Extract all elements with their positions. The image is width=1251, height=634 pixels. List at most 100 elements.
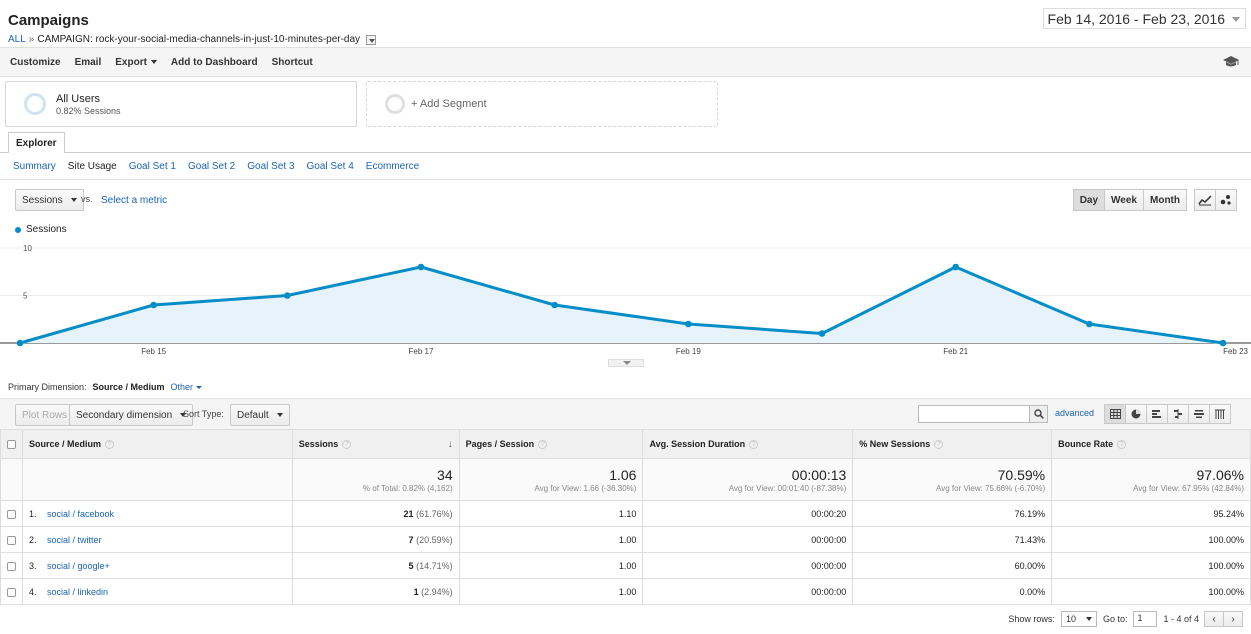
metric-select[interactable]: Sessions: [15, 189, 84, 211]
breadcrumb: ALL » CAMPAIGN: rock-your-social-media-c…: [8, 34, 377, 45]
help-icon[interactable]: ?: [105, 440, 115, 450]
row-checkbox[interactable]: [7, 587, 16, 597]
total-sub: Avg for View: 75.66% (-6.70%): [936, 483, 1046, 493]
report-table: Source / Medium? Sessions? ↓ Pages / Sess…: [0, 429, 1251, 605]
subtab-summary[interactable]: Summary: [13, 161, 56, 172]
view-bar-button[interactable]: [1146, 404, 1168, 424]
select-metric-link[interactable]: Select a metric: [101, 195, 167, 206]
help-icon[interactable]: ?: [538, 440, 548, 450]
sort-type-label: Sort Type:: [183, 409, 224, 419]
total-sub: % of Total: 0.82% (4,162): [362, 483, 453, 493]
view-pie-button[interactable]: [1125, 404, 1147, 424]
row-checkbox[interactable]: [7, 535, 16, 545]
col-pages-session[interactable]: Pages / Session?: [458, 429, 644, 459]
help-icon[interactable]: ?: [934, 440, 944, 450]
next-page-button[interactable]: ›: [1223, 611, 1243, 627]
source-cell: 2. social / twitter: [22, 526, 293, 553]
other-dimension-link[interactable]: Other: [171, 382, 203, 392]
total-sessions: 34% of Total: 0.82% (4,162): [291, 458, 460, 501]
table-search-input[interactable]: [918, 405, 1048, 423]
sessions-cell: 21 (61.76%): [291, 500, 460, 527]
duration-cell: 00:00:20: [642, 500, 854, 527]
shortcut-button[interactable]: Shortcut: [272, 57, 313, 68]
bounce-cell: 100.00%: [1051, 552, 1251, 579]
week-button[interactable]: Week: [1104, 189, 1144, 211]
select-all-checkbox[interactable]: [7, 440, 16, 450]
sessions-value: 7: [408, 534, 414, 545]
table-header-row: Source / Medium? Sessions? ↓ Pages / Sess…: [0, 429, 1251, 459]
row-checkbox[interactable]: [7, 561, 16, 571]
col-source-medium[interactable]: Source / Medium?: [22, 429, 293, 459]
totals-empty-cell: [0, 458, 23, 501]
col-pages-session-label: Pages / Session: [465, 438, 535, 449]
sessions-pct: (20.59%): [416, 534, 453, 545]
breadcrumb-all-link[interactable]: ALL: [8, 34, 26, 45]
month-button[interactable]: Month: [1143, 189, 1187, 211]
page-range: 1 - 4 of 4: [1163, 614, 1199, 624]
totals-row: 34% of Total: 0.82% (4,162) 1.06 Avg for …: [0, 458, 1251, 501]
data-point: [1086, 320, 1093, 328]
view-compare-button[interactable]: [1167, 404, 1189, 424]
total-new-sessions: 70.59% Avg for View: 75.66% (-6.70%): [852, 458, 1053, 501]
prev-page-button[interactable]: ‹: [1204, 611, 1224, 627]
goto-input[interactable]: 1: [1133, 611, 1158, 627]
sessions-cell: 5 (14.71%): [291, 552, 460, 579]
add-to-dashboard-button[interactable]: Add to Dashboard: [171, 57, 258, 68]
subtab-site-usage[interactable]: Site Usage: [68, 161, 117, 172]
help-icon[interactable]: ?: [1117, 440, 1127, 450]
source-link[interactable]: social / linkedin: [47, 587, 108, 597]
y-tick-label: 10: [23, 244, 32, 253]
x-tick-label: Feb 19: [676, 347, 701, 356]
graduation-cap-icon[interactable]: [1223, 56, 1239, 68]
segment-all-users[interactable]: All Users 0.82% Sessions: [5, 81, 357, 127]
add-segment-button[interactable]: + Add Segment: [366, 81, 718, 127]
segment-ring-icon: [385, 94, 405, 114]
source-link[interactable]: social / google+: [47, 561, 110, 571]
source-link[interactable]: social / facebook: [47, 509, 114, 519]
chart-collapse-handle[interactable]: [608, 359, 644, 367]
day-button[interactable]: Day: [1072, 189, 1106, 211]
bounce-cell: 95.24%: [1051, 500, 1251, 527]
subtab-goal-set-1[interactable]: Goal Set 1: [129, 161, 176, 172]
date-range-picker[interactable]: Feb 14, 2016 - Feb 23, 2016: [1042, 8, 1246, 29]
search-icon: [1033, 409, 1044, 419]
sort-type-select[interactable]: Default: [230, 404, 290, 426]
customize-button[interactable]: Customize: [10, 57, 61, 68]
total-pages-session: 1.06 Avg for View: 1.66 (-36.30%): [458, 458, 644, 501]
secondary-dimension-select[interactable]: Secondary dimension: [69, 404, 194, 426]
sessions-cell: 7 (20.59%): [291, 526, 460, 553]
row-index: 2.: [29, 534, 37, 545]
view-term-cloud-button[interactable]: [1188, 404, 1210, 424]
subtab-goal-set-4[interactable]: Goal Set 4: [307, 161, 354, 172]
breadcrumb-campaign: CAMPAIGN: rock-your-social-media-channel…: [37, 34, 361, 45]
col-bounce-rate[interactable]: Bounce Rate?: [1051, 429, 1251, 459]
row-select-cell: [0, 526, 23, 553]
col-sessions[interactable]: Sessions? ↓: [291, 429, 460, 459]
tab-explorer[interactable]: Explorer: [8, 132, 65, 153]
advanced-filter-link[interactable]: advanced: [1055, 408, 1094, 418]
email-button[interactable]: Email: [75, 57, 102, 68]
motion-chart-button[interactable]: [1215, 189, 1237, 211]
page-nav-group: ‹ ›: [1204, 611, 1243, 627]
total-value: 97.06%: [1196, 466, 1244, 483]
subtab-ecommerce[interactable]: Ecommerce: [366, 161, 419, 172]
col-new-sessions[interactable]: % New Sessions?: [852, 429, 1053, 459]
col-avg-duration[interactable]: Avg. Session Duration?: [642, 429, 854, 459]
view-pivot-button[interactable]: [1209, 404, 1231, 424]
primary-dimension-value[interactable]: Source / Medium: [93, 382, 165, 392]
help-icon[interactable]: ?: [342, 439, 352, 449]
plot-rows-button[interactable]: Plot Rows: [15, 404, 75, 426]
line-chart-button[interactable]: [1194, 189, 1216, 211]
source-link[interactable]: social / twitter: [47, 535, 102, 545]
row-checkbox[interactable]: [7, 509, 16, 519]
new-sessions-cell: 60.00%: [852, 552, 1053, 579]
help-icon[interactable]: ?: [749, 440, 759, 450]
table-row: 1. social / facebook 21 (61.76%) 1.10 00:…: [0, 500, 1251, 527]
view-table-button[interactable]: [1104, 404, 1126, 424]
show-rows-select[interactable]: 10: [1060, 611, 1097, 627]
search-button[interactable]: [1029, 406, 1047, 422]
export-button[interactable]: Export: [115, 57, 157, 68]
subtab-goal-set-3[interactable]: Goal Set 3: [247, 161, 294, 172]
breadcrumb-dropdown-icon[interactable]: [366, 34, 377, 45]
subtab-goal-set-2[interactable]: Goal Set 2: [188, 161, 235, 172]
